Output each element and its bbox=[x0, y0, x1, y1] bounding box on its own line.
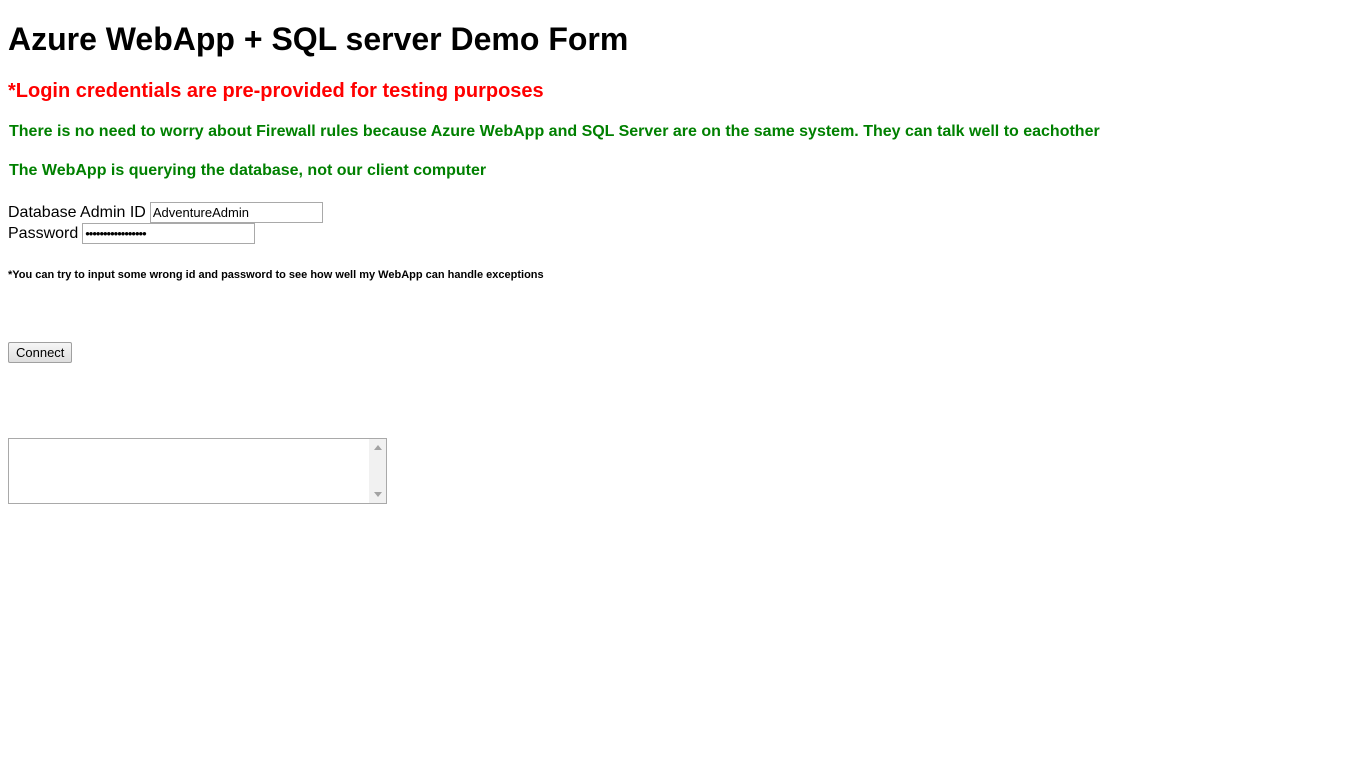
page-title: Azure WebApp + SQL server Demo Form bbox=[8, 21, 629, 57]
firewall-note: There is no need to worry about Firewall… bbox=[9, 123, 1100, 140]
output-scrollbar[interactable] bbox=[369, 439, 386, 503]
page: Azure WebApp + SQL server Demo Form *Log… bbox=[0, 0, 1366, 768]
output-textarea[interactable] bbox=[9, 439, 369, 503]
admin-id-input[interactable] bbox=[149, 202, 323, 223]
scroll-up-arrow-icon[interactable] bbox=[369, 439, 386, 456]
scroll-down-arrow-icon[interactable] bbox=[369, 486, 386, 503]
exception-hint: *You can try to input some wrong id and … bbox=[8, 269, 544, 281]
password-label: Password bbox=[8, 224, 79, 242]
output-box bbox=[8, 438, 387, 504]
password-input[interactable] bbox=[82, 223, 256, 244]
credentials-note: *Login credentials are pre-provided for … bbox=[8, 80, 544, 102]
admin-id-row: Database Admin ID bbox=[8, 202, 323, 223]
connect-button[interactable]: Connect bbox=[8, 342, 73, 363]
password-row: Password bbox=[8, 223, 256, 244]
query-note: The WebApp is querying the database, not… bbox=[9, 162, 487, 179]
admin-id-label: Database Admin ID bbox=[8, 203, 146, 221]
